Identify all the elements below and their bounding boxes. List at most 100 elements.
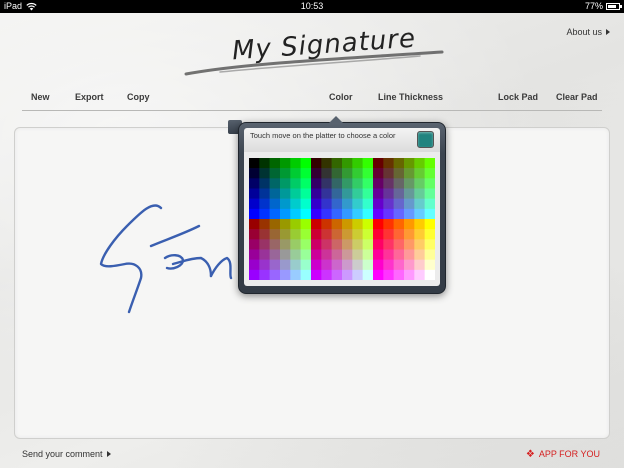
- color-cell[interactable]: [373, 239, 384, 250]
- copy-button[interactable]: Copy: [127, 92, 150, 102]
- color-cell[interactable]: [383, 259, 394, 271]
- color-cell[interactable]: [424, 188, 435, 199]
- color-cell[interactable]: [280, 208, 291, 220]
- color-cell[interactable]: [280, 188, 291, 199]
- color-cell[interactable]: [362, 269, 374, 280]
- color-cell[interactable]: [383, 219, 394, 230]
- color-cell[interactable]: [362, 229, 374, 240]
- color-cell[interactable]: [259, 168, 270, 179]
- color-cell[interactable]: [404, 219, 415, 230]
- color-cell[interactable]: [414, 158, 425, 169]
- color-cell[interactable]: [393, 219, 405, 230]
- color-cell[interactable]: [342, 198, 353, 210]
- color-cell[interactable]: [424, 168, 435, 179]
- color-cell[interactable]: [383, 168, 394, 179]
- color-cell[interactable]: [269, 249, 281, 260]
- export-button[interactable]: Export: [75, 92, 104, 102]
- color-cell[interactable]: [383, 208, 394, 220]
- color-cell[interactable]: [424, 198, 435, 210]
- color-cell[interactable]: [321, 178, 332, 189]
- color-cell[interactable]: [373, 269, 384, 280]
- color-cell[interactable]: [290, 249, 301, 260]
- color-cell[interactable]: [269, 259, 281, 271]
- color-cell[interactable]: [424, 178, 435, 189]
- color-cell[interactable]: [300, 229, 312, 240]
- color-cell[interactable]: [280, 229, 291, 240]
- color-cell[interactable]: [331, 249, 343, 260]
- color-cell[interactable]: [393, 259, 405, 271]
- color-cell[interactable]: [404, 239, 415, 250]
- color-cell[interactable]: [321, 208, 332, 220]
- color-cell[interactable]: [311, 208, 322, 220]
- color-cell[interactable]: [414, 239, 425, 250]
- color-cell[interactable]: [383, 198, 394, 210]
- color-cell[interactable]: [342, 178, 353, 189]
- color-cell[interactable]: [393, 229, 405, 240]
- color-cell[interactable]: [383, 229, 394, 240]
- color-cell[interactable]: [373, 158, 384, 169]
- color-cell[interactable]: [424, 249, 435, 260]
- color-cell[interactable]: [352, 259, 363, 271]
- color-cell[interactable]: [414, 198, 425, 210]
- color-cell[interactable]: [373, 208, 384, 220]
- color-cell[interactable]: [269, 178, 281, 189]
- color-cell[interactable]: [373, 259, 384, 271]
- color-cell[interactable]: [300, 178, 312, 189]
- color-cell[interactable]: [300, 269, 312, 280]
- color-cell[interactable]: [249, 168, 260, 179]
- color-cell[interactable]: [424, 158, 435, 169]
- color-cell[interactable]: [321, 219, 332, 230]
- color-cell[interactable]: [424, 269, 435, 280]
- color-cell[interactable]: [342, 239, 353, 250]
- color-cell[interactable]: [342, 168, 353, 179]
- color-cell[interactable]: [352, 249, 363, 260]
- color-cell[interactable]: [290, 188, 301, 199]
- color-cell[interactable]: [424, 229, 435, 240]
- color-cell[interactable]: [280, 239, 291, 250]
- color-cell[interactable]: [269, 208, 281, 220]
- color-cell[interactable]: [373, 178, 384, 189]
- color-cell[interactable]: [300, 168, 312, 179]
- color-cell[interactable]: [300, 188, 312, 199]
- color-cell[interactable]: [290, 259, 301, 271]
- color-cell[interactable]: [331, 259, 343, 271]
- color-platter[interactable]: [249, 158, 435, 280]
- color-cell[interactable]: [321, 229, 332, 240]
- color-cell[interactable]: [249, 208, 260, 220]
- color-cell[interactable]: [424, 259, 435, 271]
- color-cell[interactable]: [414, 229, 425, 240]
- color-cell[interactable]: [311, 198, 322, 210]
- color-cell[interactable]: [414, 188, 425, 199]
- color-cell[interactable]: [269, 269, 281, 280]
- color-cell[interactable]: [259, 249, 270, 260]
- color-cell[interactable]: [342, 249, 353, 260]
- color-cell[interactable]: [269, 229, 281, 240]
- color-cell[interactable]: [321, 239, 332, 250]
- color-cell[interactable]: [362, 208, 374, 220]
- color-cell[interactable]: [249, 158, 260, 169]
- color-cell[interactable]: [311, 229, 322, 240]
- color-cell[interactable]: [290, 208, 301, 220]
- color-cell[interactable]: [259, 269, 270, 280]
- color-cell[interactable]: [259, 239, 270, 250]
- color-cell[interactable]: [259, 219, 270, 230]
- color-cell[interactable]: [280, 158, 291, 169]
- color-cell[interactable]: [300, 198, 312, 210]
- color-cell[interactable]: [300, 239, 312, 250]
- color-cell[interactable]: [373, 229, 384, 240]
- color-cell[interactable]: [300, 219, 312, 230]
- color-cell[interactable]: [404, 168, 415, 179]
- color-cell[interactable]: [331, 269, 343, 280]
- about-us-link[interactable]: About us: [566, 27, 610, 37]
- color-cell[interactable]: [424, 208, 435, 220]
- color-cell[interactable]: [331, 219, 343, 230]
- color-cell[interactable]: [249, 249, 260, 260]
- color-cell[interactable]: [290, 198, 301, 210]
- color-cell[interactable]: [383, 178, 394, 189]
- color-cell[interactable]: [280, 168, 291, 179]
- color-cell[interactable]: [404, 269, 415, 280]
- color-cell[interactable]: [290, 168, 301, 179]
- color-cell[interactable]: [362, 219, 374, 230]
- color-cell[interactable]: [331, 188, 343, 199]
- color-cell[interactable]: [269, 239, 281, 250]
